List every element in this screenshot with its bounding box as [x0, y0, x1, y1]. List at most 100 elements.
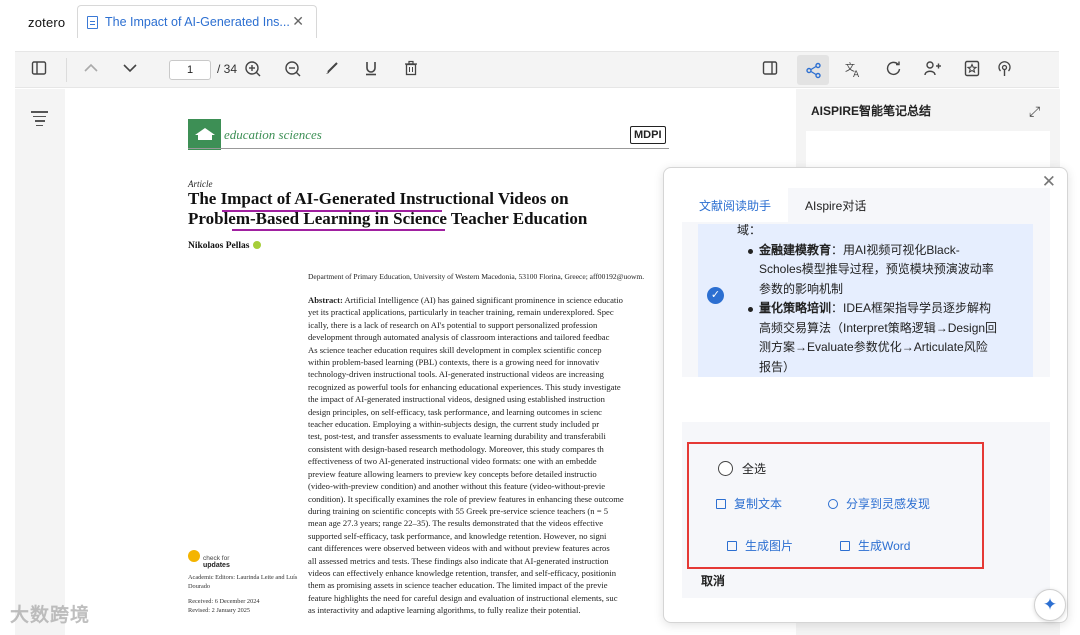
abstract-line: design principles, on self-efficacy, tas… [308, 406, 602, 417]
tab-title: The Impact of AI-Generated Ins... [105, 15, 290, 29]
message-spacer [682, 377, 1050, 422]
underline-icon[interactable] [361, 60, 381, 80]
pdf-page[interactable]: education sciences MDPI Article The Impa… [160, 89, 680, 635]
reading-assistant-popup: ✕ 文献阅读助手 AIspire对话 ✓ 域： 金融建模教育：用AI视频可视化B… [663, 167, 1068, 623]
tab-reading-assistant[interactable]: 文献阅读助手 [682, 188, 789, 222]
abstract-line: preview feature allowing learners to pre… [308, 468, 597, 479]
underline-annotation[interactable] [222, 210, 442, 212]
abstract-line: yet its practical applications, particul… [308, 307, 614, 318]
popup-body: 文献阅读助手 AIspire对话 ✓ 域： 金融建模教育：用AI视频可视化Bla… [682, 188, 1050, 598]
academic-editors: Academic Editors: Laurinda Leite and Luí… [188, 574, 298, 590]
chevron-up-icon[interactable] [81, 60, 101, 80]
tab-aispire-chat[interactable]: AIspire对话 [788, 188, 883, 222]
bullet-item: 量化策略培训：IDEA框架指导学员逐步解构高频交易算法（Interpret策略逻… [737, 299, 999, 377]
copy-icon [716, 498, 726, 509]
select-all-option[interactable]: 全选 [718, 460, 766, 477]
affiliation: Department of Primary Education, Univers… [308, 272, 645, 281]
abstract-line: effectiveness of two AI-generated instru… [308, 456, 597, 467]
abstract[interactable]: Abstract: Artificial Intelligence (AI) h… [308, 294, 672, 617]
add-user-icon[interactable] [923, 60, 943, 80]
article-kind: Article [188, 179, 213, 189]
abstract-line: Abstract: Artificial Intelligence (AI) h… [308, 295, 623, 305]
zoom-in-icon[interactable] [242, 60, 262, 80]
left-sidebar-strip [15, 89, 65, 635]
abstract-line: videos can effectively enhance knowledge… [308, 567, 617, 578]
podcast-icon[interactable] [994, 60, 1014, 80]
abstract-line: recognized as powerful tools for enhanci… [308, 381, 621, 392]
abstract-line: within problem-based learning (PBL) cont… [308, 357, 600, 368]
reader-toolbar: 1 / 34 文A [15, 51, 1059, 88]
abstract-line: test, post-test, and transfer assessment… [308, 431, 606, 442]
abstract-line: consistent with design-based research me… [308, 443, 604, 454]
select-all-radio[interactable] [718, 461, 733, 476]
abstract-line: cant differences were observed between v… [308, 543, 610, 554]
check-updates-badge[interactable]: check for updates [188, 550, 230, 569]
abstract-line: during training on scientific concepts w… [308, 505, 609, 516]
toolbar-divider [66, 58, 67, 82]
revised-date: Revised: 2 January 2025 [188, 607, 251, 614]
abstract-line: (video-with-preview condition) and anoth… [308, 481, 606, 492]
refresh-icon[interactable] [883, 60, 903, 80]
share-nodes-icon[interactable] [797, 55, 829, 85]
expand-icon[interactable]: ⤢ [1029, 103, 1040, 120]
abstract-line: mean age 27.3 years; range 22–35). The r… [308, 518, 604, 529]
author-name: Nikolaos Pellas [188, 241, 261, 251]
article-title[interactable]: The Impact of AI-Generated Instructional… [188, 189, 648, 229]
check-icon[interactable]: ✓ [707, 287, 724, 304]
share-inspiration-button[interactable]: 分享到灵感发现 [828, 495, 930, 512]
check-updates-icon [188, 550, 200, 562]
abstract-line: feature highlights the need for careful … [308, 592, 618, 603]
received-date: Received: 6 December 2024 [188, 598, 260, 605]
sidebar-toggle-icon[interactable] [29, 60, 49, 80]
pen-icon[interactable] [322, 60, 342, 80]
generate-word-button[interactable]: 生成Word [840, 537, 910, 554]
abstract-line: them as promising assets in science teac… [308, 580, 608, 591]
article-side-meta: Academic Editors: Laurinda Leite and Luí… [188, 573, 303, 615]
page-total: / 34 [217, 62, 238, 76]
zoom-out-icon[interactable] [282, 60, 302, 80]
header-rule [188, 148, 669, 149]
title-line-2: Problem-Based Learning in Science Teache… [188, 209, 588, 228]
panel-title: AISPIRE智能笔记总结 [811, 104, 932, 118]
share-icon [828, 498, 838, 509]
abstract-line: development through automated analysis o… [308, 332, 610, 343]
journal-logo [188, 119, 221, 150]
orcid-icon[interactable] [252, 241, 261, 249]
right-sidebar-toggle-icon[interactable] [760, 60, 780, 80]
abstract-line: the impact of AI-generated instructional… [308, 394, 605, 405]
message-card[interactable]: ✓ 域： 金融建模教育：用AI视频可视化Black-Scholes模型推导过程，… [698, 224, 1033, 377]
close-tab-icon[interactable]: ✕ [292, 13, 304, 30]
underline-annotation[interactable] [232, 229, 445, 231]
abstract-line: all assessed metrics and tests. These fi… [308, 555, 609, 566]
chevron-down-icon[interactable] [120, 60, 140, 80]
abstract-line: condition). It specifically examines the… [308, 493, 624, 504]
abstract-line: teacher education. Employing a within-su… [308, 419, 600, 430]
abstract-line: technology-driven instructional tools. A… [308, 369, 604, 380]
action-box: 全选 复制文本 分享到灵感发现 生成图片 生成Word [687, 442, 984, 569]
star-doc-icon[interactable] [962, 60, 982, 80]
abstract-line: As science teacher education requires sk… [308, 344, 602, 355]
assistant-float-icon[interactable]: ✦ [1034, 589, 1066, 621]
generate-image-button[interactable]: 生成图片 [727, 537, 793, 554]
cancel-button[interactable]: 取消 [701, 572, 725, 589]
image-icon [727, 540, 737, 551]
outline-list-icon[interactable] [31, 111, 48, 127]
document-icon [87, 15, 98, 29]
abstract-line: supported self-efficacy, task performanc… [308, 530, 607, 541]
select-all-label: 全选 [742, 462, 767, 476]
translate-icon[interactable]: 文A [843, 60, 863, 80]
tab-document[interactable]: The Impact of AI-Generated Ins... ✕ [77, 5, 317, 38]
copy-text-button[interactable]: 复制文本 [716, 495, 782, 512]
abstract-line: ically, there is a lack of research on A… [308, 319, 598, 330]
bullet-item: 金融建模教育：用AI视频可视化Black-Scholes模型推导过程，预览模块预… [737, 241, 999, 300]
app-brand[interactable]: zotero [28, 15, 65, 30]
abstract-line: as interactivity and adaptive learning a… [308, 605, 581, 616]
watermark: 大数跨境 [10, 605, 91, 626]
popup-tabs: 文献阅读助手 AIspire对话 [682, 188, 1050, 222]
title-line-1: The Impact of AI-Generated Instructional… [188, 189, 569, 208]
word-doc-icon [840, 540, 850, 551]
message-bullets: 金融建模教育：用AI视频可视化Black-Scholes模型推导过程，预览模块预… [737, 241, 999, 378]
trash-icon[interactable] [401, 60, 421, 80]
page-number-input[interactable]: 1 [169, 60, 211, 80]
svg-text:A: A [853, 70, 860, 78]
